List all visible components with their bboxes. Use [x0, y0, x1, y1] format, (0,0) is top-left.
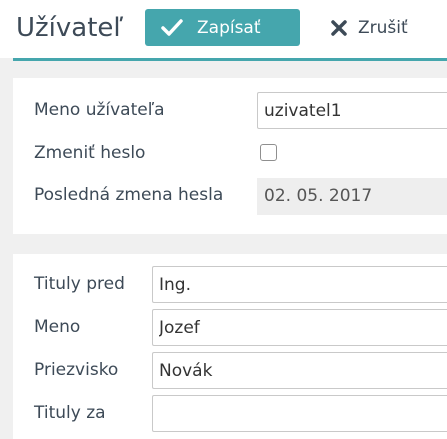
first-name-row: Meno	[13, 306, 447, 348]
username-label: Meno užívateľa	[34, 100, 165, 120]
last-name-label: Priezvisko	[34, 360, 119, 380]
change-password-label: Zmeniť heslo	[34, 143, 146, 163]
cancel-button[interactable]: Zrušiť	[324, 9, 439, 46]
title-after-label: Tituly za	[34, 403, 106, 423]
close-icon	[330, 19, 348, 37]
person-panel: Tituly pred Meno Priezvisko Tituly za	[13, 254, 447, 439]
title-before-row: Tituly pred	[13, 263, 447, 305]
save-button-label: Zapísať	[197, 17, 261, 38]
last-name-input[interactable]	[152, 352, 447, 389]
header-divider	[13, 58, 447, 61]
last-change-label: Posledná zmena hesla	[34, 185, 224, 205]
title-before-label: Tituly pred	[34, 274, 125, 294]
title-after-row: Tituly za	[13, 392, 447, 434]
check-icon	[161, 18, 183, 38]
cancel-button-label: Zrušiť	[358, 17, 408, 38]
title-before-input[interactable]	[152, 266, 447, 303]
last-change-value: 02. 05. 2017	[257, 178, 447, 215]
page-header: Užívateľ Zapísať Zrušiť	[0, 0, 447, 58]
page-title: Užívateľ	[16, 13, 124, 43]
username-row: Meno užívateľa	[13, 89, 447, 131]
last-name-row: Priezvisko	[13, 349, 447, 391]
last-change-row: Posledná zmena hesla 02. 05. 2017	[13, 174, 447, 216]
save-button[interactable]: Zapísať	[145, 9, 300, 46]
change-password-checkbox[interactable]	[260, 144, 277, 161]
account-panel: Meno užívateľa Zmeniť heslo Posledná zme…	[13, 78, 447, 234]
title-after-input[interactable]	[152, 395, 447, 432]
change-password-row: Zmeniť heslo	[13, 132, 447, 174]
username-input[interactable]	[257, 92, 447, 129]
first-name-input[interactable]	[152, 309, 447, 346]
first-name-label: Meno	[34, 317, 81, 337]
